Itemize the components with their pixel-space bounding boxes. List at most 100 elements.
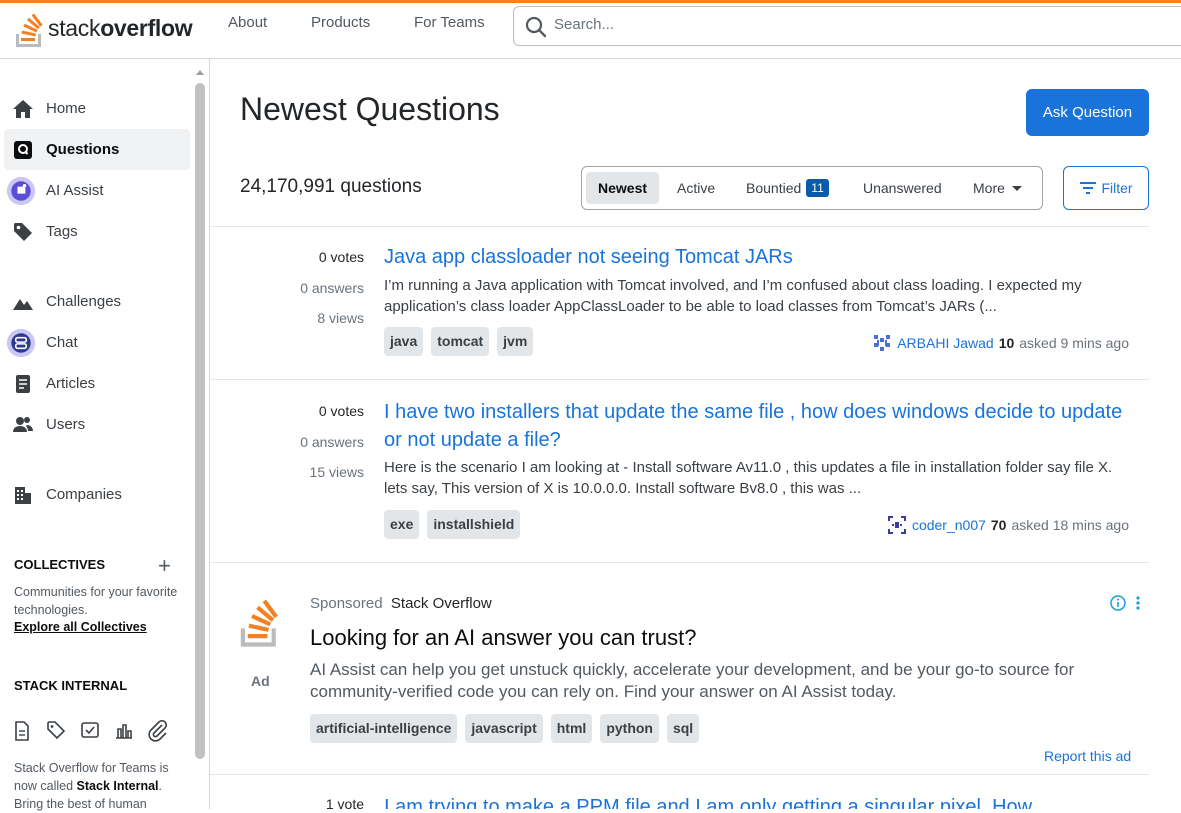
building-icon (10, 482, 36, 508)
tab-active[interactable]: Active (665, 172, 727, 204)
tag-javascript[interactable]: javascript (465, 714, 543, 743)
tag-tomcat[interactable]: tomcat (431, 327, 490, 356)
sidebar-item-label: Tags (46, 223, 78, 240)
vote-count: 0 votes (318, 403, 364, 419)
avatar[interactable] (886, 515, 907, 535)
question-title-link[interactable]: Java app classloader not seeing Tomcat J… (384, 243, 1124, 271)
questions-icon (10, 137, 36, 163)
info-icon[interactable] (1110, 595, 1126, 611)
attachment-icon (148, 720, 168, 742)
logo-text: stackoverflow (48, 14, 193, 41)
sidebar-item-tags[interactable]: Tags (4, 211, 190, 252)
more-options-icon[interactable] (1135, 595, 1141, 611)
tag-exe[interactable]: exe (384, 510, 420, 539)
tag-artificial-intelligence[interactable]: artificial-intelligence (310, 714, 458, 743)
sidebar-item-label: Articles (46, 375, 96, 392)
vote-count: 1 vote (325, 796, 364, 809)
sidebar-item-label: Users (46, 416, 86, 433)
question-count: 24,170,991 questions (240, 176, 422, 197)
left-sidebar: Home Questions AI Assist Tags Challenges… (0, 59, 210, 811)
user-name-link[interactable]: coder_n007 (912, 517, 986, 533)
avatar[interactable] (872, 333, 893, 353)
top-bar: stackoverflow About Products For Teams (0, 0, 1181, 59)
nav-for-teams[interactable]: For Teams (414, 14, 485, 31)
ai-assist-icon (6, 176, 36, 205)
articles-icon (10, 371, 36, 397)
tag-html[interactable]: html (550, 714, 593, 743)
tab-bountied[interactable]: Bountied 11 (734, 172, 841, 204)
tag-sql[interactable]: sql (666, 714, 700, 743)
tag-java[interactable]: java (384, 327, 424, 356)
question-title-link[interactable]: I am trying to make a PPM file and I am … (384, 793, 1124, 809)
filter-button[interactable]: Filter (1063, 166, 1149, 210)
stackoverflow-logo-icon (16, 13, 43, 47)
ask-question-button[interactable]: Ask Question (1026, 89, 1149, 136)
stackoverflow-logo-icon (240, 599, 278, 647)
question-stats: 1 vote (326, 794, 364, 809)
sidebar-item-questions[interactable]: Questions (4, 129, 190, 170)
sidebar-item-home[interactable]: Home (4, 88, 190, 129)
tag-installshield[interactable]: installshield (427, 510, 521, 539)
vote-count: 0 votes (318, 249, 364, 265)
tab-newest[interactable]: Newest (586, 172, 660, 204)
question-owner: coder_n007 70 asked 18 mins ago (886, 515, 1129, 535)
asked-time[interactable]: asked 9 mins ago (1019, 335, 1129, 351)
sort-tabs: Newest Active Bountied 11 Unanswered More (581, 166, 1043, 210)
answer-count: 0 answers (300, 433, 364, 450)
check-box-icon (81, 722, 99, 738)
question-tags: java tomcat jvm (384, 327, 534, 356)
sidebar-item-chat[interactable]: Chat (4, 322, 190, 363)
nav-about[interactable]: About (228, 14, 267, 31)
scroll-up-arrow-icon[interactable] (194, 67, 206, 77)
tab-more[interactable]: More (961, 172, 1036, 204)
divider (210, 562, 1149, 563)
sidebar-item-label: Chat (46, 334, 78, 351)
view-count: 8 views (317, 310, 364, 326)
divider (210, 226, 1149, 227)
question-excerpt: I’m running a Java application with Tomc… (384, 277, 1082, 315)
explore-collectives-link[interactable]: Explore all Collectives (14, 620, 147, 634)
sidebar-item-label: Home (46, 100, 87, 117)
question-excerpt: Here is the scenario I am looking at - I… (384, 459, 1113, 497)
add-icon[interactable]: + (158, 553, 171, 579)
sidebar-item-challenges[interactable]: Challenges (4, 281, 190, 322)
asked-time[interactable]: asked 18 mins ago (1011, 517, 1129, 533)
question-stats: 0 votes 0 answers 8 views (300, 242, 364, 334)
answer-count: 0 answers (300, 279, 364, 296)
question-owner: ARBAHI Jawad 10 asked 9 mins ago (872, 333, 1129, 353)
ad-tags: artificial-intelligence javascript html … (310, 714, 700, 743)
filter-icon (1080, 182, 1097, 194)
user-name-link[interactable]: ARBAHI Jawad (897, 335, 993, 351)
user-reputation: 10 (998, 335, 1015, 351)
ad-title[interactable]: Looking for an AI answer you can trust? (310, 625, 696, 651)
scrollbar-thumb[interactable] (195, 83, 205, 759)
ad-sponsor-line: Sponsored Stack Overflow (310, 595, 492, 612)
search-box[interactable] (513, 6, 1181, 46)
collectives-description: Communities for your favorite technologi… (14, 585, 178, 617)
document-icon (15, 721, 29, 741)
bounty-count-badge: 11 (806, 179, 829, 197)
nav-products[interactable]: Products (311, 14, 370, 31)
sidebar-item-articles[interactable]: Articles (4, 363, 190, 404)
question-title-link[interactable]: I have two installers that update the sa… (384, 398, 1124, 454)
tag-jvm[interactable]: jvm (497, 327, 534, 356)
report-ad-link[interactable]: Report this ad (1044, 748, 1131, 764)
sidebar-scrollbar[interactable] (194, 65, 206, 809)
stack-internal-description: Stack Overflow for Teams is now called S… (14, 761, 169, 811)
view-count: 15 views (309, 464, 364, 480)
search-input[interactable] (554, 16, 1154, 33)
tag-python[interactable]: python (600, 714, 659, 743)
sidebar-item-label: Challenges (46, 293, 122, 310)
ad-body: AI Assist can help you get unstuck quick… (310, 660, 1075, 701)
sidebar-item-label: AI Assist (46, 182, 104, 199)
stack-internal-icons (12, 720, 168, 742)
sidebar-item-ai-assist[interactable]: AI Assist (4, 170, 190, 211)
sidebar-item-users[interactable]: Users (4, 404, 190, 445)
tab-unanswered[interactable]: Unanswered (851, 172, 954, 204)
stackoverflow-logo[interactable]: stackoverflow (13, 6, 193, 50)
tag-icon (10, 219, 36, 245)
sidebar-item-companies[interactable]: Companies (4, 474, 190, 515)
divider (210, 774, 1149, 775)
main-content: Newest Questions Ask Question 24,170,991… (210, 59, 1181, 809)
sidebar-item-label: Companies (46, 486, 122, 503)
